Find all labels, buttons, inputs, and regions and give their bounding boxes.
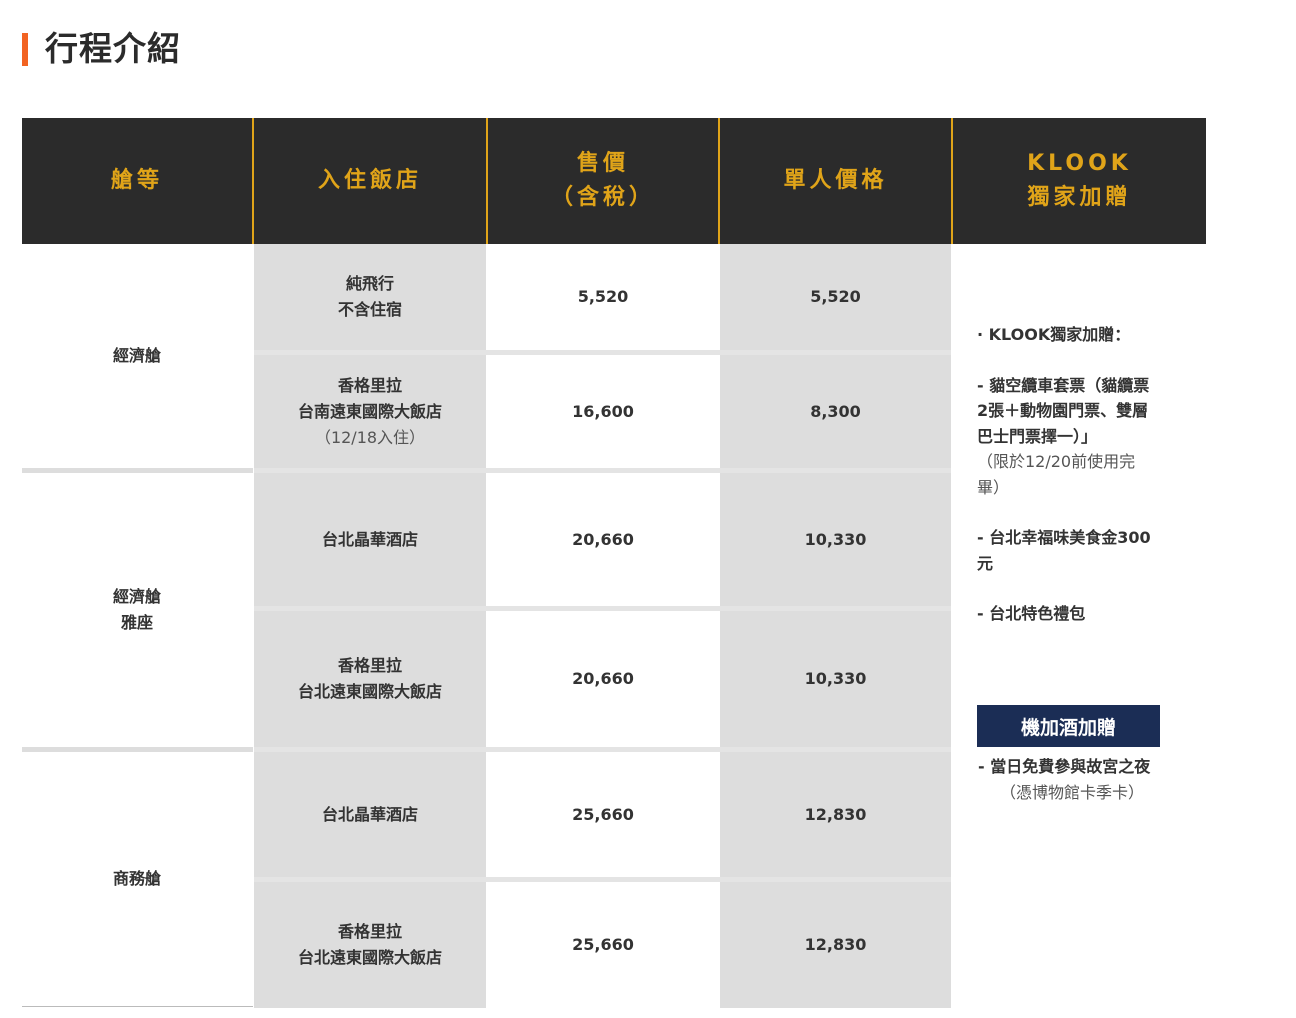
klook-gift-note: 畢） — [977, 477, 1010, 497]
per-person-value: 8,300 — [810, 401, 861, 421]
package-bonus-item: - 當日免費參與故宮之夜 — [978, 757, 1151, 776]
klook-gift-item: 巴士門票擇一）」 — [977, 426, 1098, 446]
hotel-cell: 香格里拉 台南遠東國際大飯店 （12/18入住） — [254, 355, 486, 468]
per-person-value: 5,520 — [810, 287, 861, 306]
per-person-cell: 5,520 — [720, 244, 951, 350]
cabin-label-sub: 雅座 — [120, 613, 153, 632]
header-hotel-label: 入住飯店 — [317, 168, 422, 193]
klook-gift-item: - 貓空纜車套票（貓纜票 — [977, 375, 1150, 395]
hotel-cell: 香格里拉 台北遠東國際大飯店 — [254, 882, 486, 1008]
header-klook: KLOOK 獨家加贈 — [953, 118, 1206, 244]
header-klook-line1: KLOOK — [1027, 151, 1132, 176]
per-person-cell: 10,330 — [720, 473, 951, 606]
header-price: 售價 （含稅） — [488, 118, 718, 244]
klook-gift-heading: · KLOOK獨家加贈： — [977, 325, 1131, 344]
hotel-cell: 台北晶華酒店 — [254, 473, 486, 606]
per-person-value: 10,330 — [804, 529, 867, 549]
per-person-cell: 8,300 — [720, 355, 951, 468]
cabin-business: 商務艙 — [22, 752, 252, 1006]
header-price-line2: （含稅） — [550, 185, 655, 210]
package-bonus-note: （憑博物館卡季卡） — [1000, 782, 1145, 802]
hotel-cell: 台北晶華酒店 — [254, 752, 486, 877]
header-hotel: 入住飯店 — [254, 118, 486, 244]
hotel-cell: 香格里拉 台北遠東國際大飯店 — [254, 611, 486, 747]
title-accent-bar — [22, 33, 28, 66]
per-person-cell: 10,330 — [720, 611, 951, 747]
klook-gift-item: 元 — [977, 553, 994, 573]
klook-gift-note: （限於12/20前使用完 — [977, 452, 1136, 471]
cabin-economy-premium: 經濟艙 雅座 — [22, 473, 252, 747]
price-value: 16,600 — [572, 401, 634, 421]
cabin-label: 商務艙 — [112, 869, 161, 888]
package-bonus-list: - 當日免費參與故宮之夜 （憑博物館卡季卡） — [978, 754, 1198, 805]
price-cell: 25,660 — [488, 882, 718, 1008]
hotel-name: 台北晶華酒店 — [321, 804, 418, 824]
price-cell: 5,520 — [488, 244, 718, 350]
klook-gift-item: - 台北幸福味美食金300 — [977, 528, 1151, 547]
per-person-value: 12,830 — [804, 935, 867, 954]
cabin-economy: 經濟艙 — [22, 244, 252, 468]
price-cell: 20,660 — [488, 473, 718, 606]
hotel-name-line2: 台北遠東國際大飯店 — [297, 682, 442, 701]
price-value: 25,660 — [572, 935, 634, 954]
klook-gift-item: 2張＋動物園門票、雙層 — [977, 401, 1149, 420]
header-per-person: 單人價格 — [720, 118, 951, 244]
hotel-name-line2: 台北遠東國際大飯店 — [297, 948, 442, 967]
header-cabin: 艙等 — [22, 118, 252, 244]
klook-gift-list: · KLOOK獨家加贈： - 貓空纜車套票（貓纜票 2張＋動物園門票、雙層 巴士… — [977, 322, 1192, 627]
price-cell: 20,660 — [488, 611, 718, 747]
header-klook-line2: 獨家加贈 — [1027, 185, 1132, 210]
package-bonus-label: 機加酒加贈 — [977, 705, 1160, 747]
hotel-name: 純飛行 — [345, 274, 394, 293]
hotel-name: 台北晶華酒店 — [321, 529, 418, 549]
hotel-cell: 純飛行 不含住宿 — [254, 244, 486, 350]
klook-gift-item: - 台北特色禮包 — [977, 604, 1086, 623]
per-person-value: 10,330 — [804, 669, 867, 688]
hotel-name-line2: 台南遠東國際大飯店 — [297, 401, 442, 421]
cabin-label: 經濟艙 — [112, 587, 161, 606]
cabin-label: 經濟艙 — [112, 346, 161, 365]
hotel-name: 香格里拉 — [337, 922, 402, 941]
package-bonus-text: 機加酒加贈 — [1020, 716, 1116, 739]
price-value: 20,660 — [572, 669, 634, 688]
hotel-name: 香格里拉 — [337, 375, 402, 395]
price-value: 5,520 — [577, 287, 629, 306]
header-per-person-label: 單人價格 — [783, 168, 888, 193]
hotel-checkin-note: （12/18入住） — [314, 427, 426, 447]
hotel-name-line2: 不含住宿 — [337, 300, 402, 319]
header-price-line1: 售價 — [576, 151, 629, 176]
hotel-name: 香格里拉 — [337, 656, 402, 675]
header-cabin-label: 艙等 — [110, 168, 163, 193]
per-person-cell: 12,830 — [720, 752, 951, 877]
price-value: 20,660 — [572, 529, 634, 549]
per-person-cell: 12,830 — [720, 882, 951, 1008]
table-bottom-line — [22, 1006, 253, 1007]
price-cell: 25,660 — [488, 752, 718, 877]
per-person-value: 12,830 — [804, 804, 867, 824]
price-cell: 16,600 — [488, 355, 718, 468]
price-value: 25,660 — [572, 804, 634, 824]
page-title: 行程介紹 — [45, 29, 181, 68]
